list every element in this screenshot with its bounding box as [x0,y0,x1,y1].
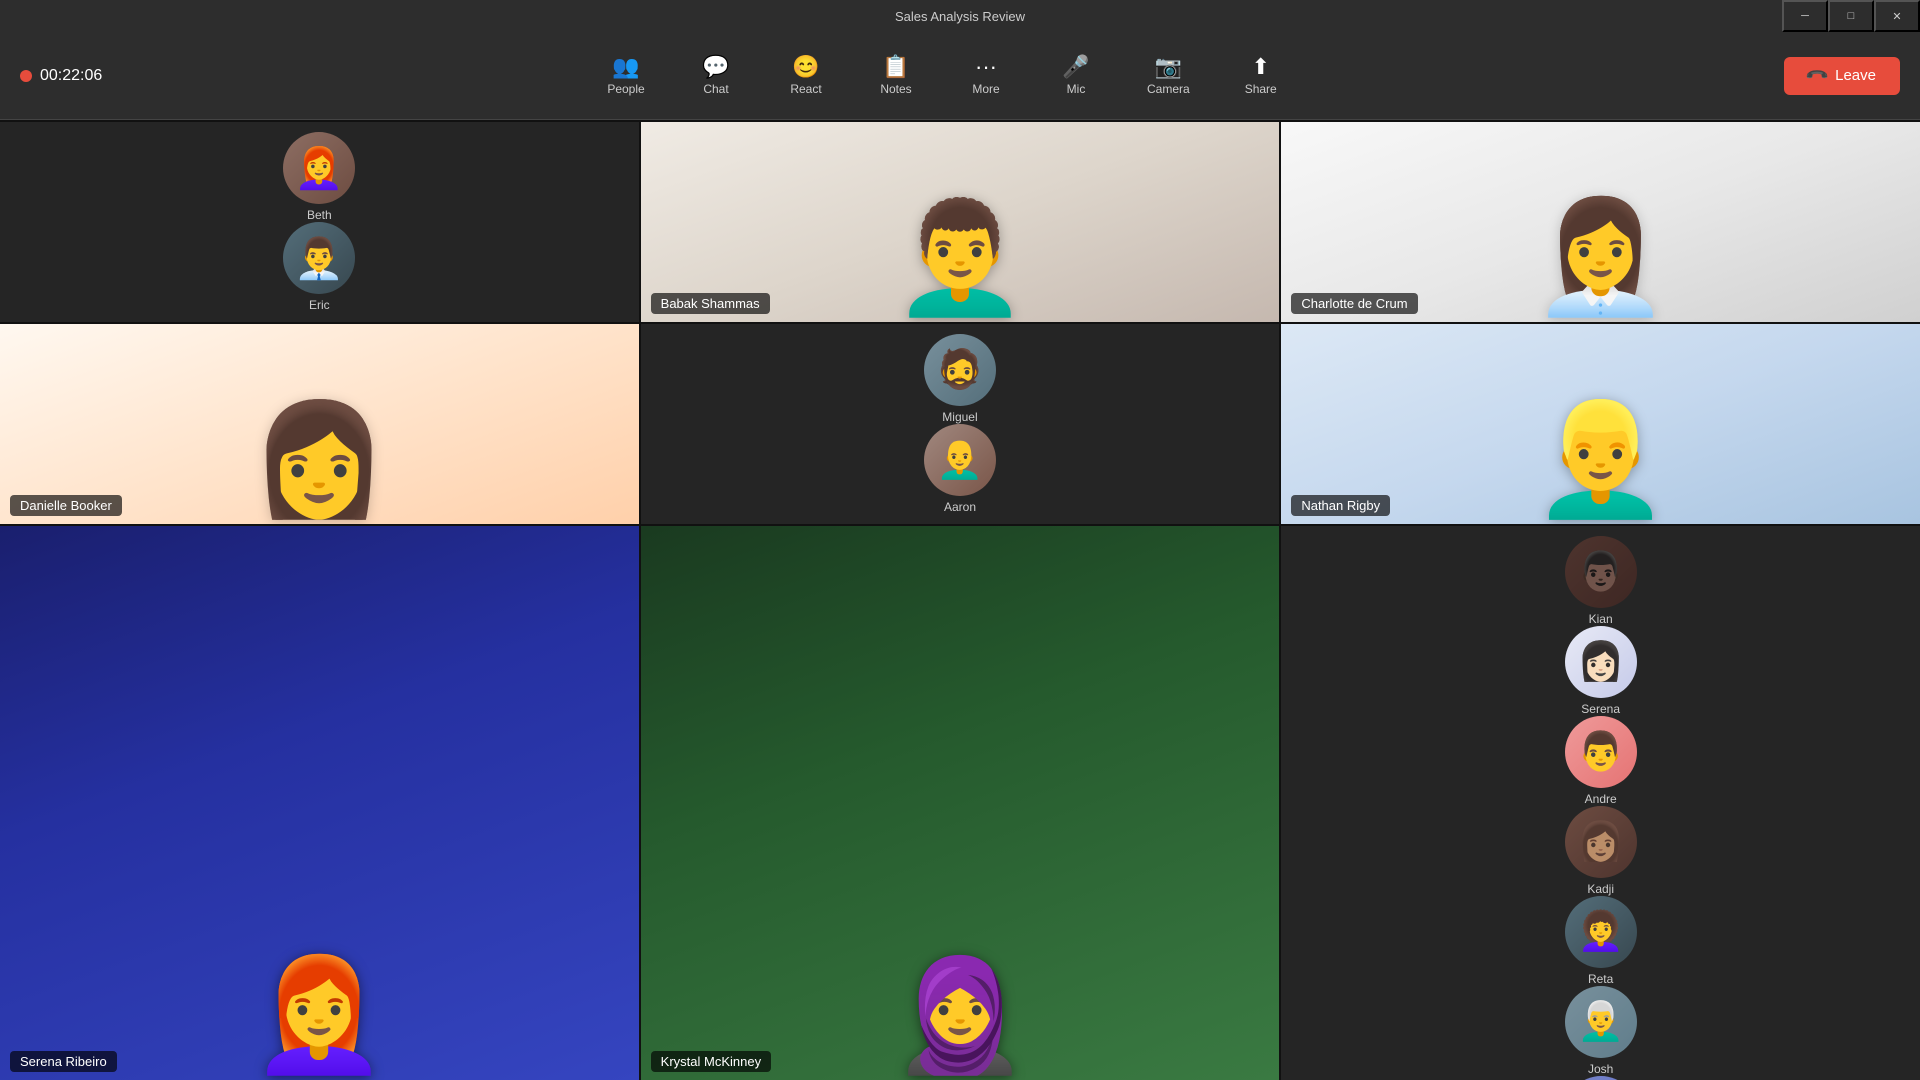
sidebar-participant-aaron[interactable]: 👨‍🦲 Aaron [924,424,996,514]
mic-icon: 🎤 [1062,56,1089,78]
notes-label: Notes [880,82,911,96]
share-icon: ⬆ [1251,56,1269,78]
avatar-kadji: 👩🏽 [1565,806,1637,878]
leave-label: Leave [1835,67,1876,84]
sidebar-name-beth: Beth [307,208,332,222]
video-cell-serena-r[interactable]: 👩‍🦰 Serena Ribeiro [0,526,639,1080]
name-tag-serena-r: Serena Ribeiro [10,1051,117,1072]
react-icon: 😊 [792,56,819,78]
video-cell-danielle[interactable]: 👩 Danielle Booker [0,324,639,524]
video-cell-krystal[interactable]: 🧕 Krystal McKinney [641,526,1280,1080]
leave-button[interactable]: 📞 Leave [1784,57,1900,95]
more-icon: ··· [975,56,997,78]
toolbar: 👥 People 💬 Chat 😊 React 📋 Notes ··· More… [102,48,1784,104]
video-grid: 🧝‍♀️ Camila Davis 👨 Aadi Kapoor 🧑🏿 Ray T… [0,120,1920,1080]
sidebar-participant-josh[interactable]: 👨‍🦳 Josh [1565,986,1637,1076]
sidebar-participant-serena[interactable]: 👩🏻 Serena [1565,626,1637,716]
sidebar-name-kian: Kian [1589,612,1613,626]
recording-indicator: 00:22:06 [20,67,102,85]
sidebar-participant-reta[interactable]: 👩‍🦱 Reta [1565,896,1637,986]
close-button[interactable]: ✕ [1874,0,1920,32]
sidebar-name-andre: Andre [1585,792,1617,806]
name-tag-babak: Babak Shammas [651,293,770,314]
avatar-miguel: 🧔 [924,334,996,406]
video-cell-nathan[interactable]: 👱‍♂️ Nathan Rigby [1281,324,1920,524]
window-title: Sales Analysis Review [895,9,1025,24]
mic-label: Mic [1067,82,1086,96]
avatar-aaron: 👨‍🦲 [924,424,996,496]
recording-dot [20,70,32,82]
camera-icon: 📷 [1155,56,1182,78]
avatar-hillary: 👩‍🎤 [1565,1076,1637,1080]
sidebar-participant-miguel[interactable]: 🧔 Miguel [924,334,996,424]
avatar-reta: 👩‍🦱 [1565,896,1637,968]
sidebar-name-miguel: Miguel [942,410,977,424]
sidebar-top: 👩‍🦰 Beth 👨‍💼 Eric [0,122,639,322]
leave-phone-icon: 📞 [1805,63,1831,89]
main-content: 🧝‍♀️ Camila Davis 👨 Aadi Kapoor 🧑🏿 Ray T… [0,120,1920,1080]
avatar-andre: 👨 [1565,716,1637,788]
sidebar-name-reta: Reta [1588,972,1613,986]
notes-icon: 📋 [882,56,909,78]
sidebar-name-serena: Serena [1581,702,1620,716]
chat-label: Chat [703,82,728,96]
sidebar-participant-kadji[interactable]: 👩🏽 Kadji [1565,806,1637,896]
sidebar-name-eric: Eric [309,298,330,312]
camera-button[interactable]: 📷 Camera [1131,48,1206,104]
people-button[interactable]: 👥 People [591,48,661,104]
share-label: Share [1245,82,1277,96]
avatar-serena: 👩🏻 [1565,626,1637,698]
minimize-button[interactable]: ─ [1782,0,1828,32]
sidebar-mid1: 🧔 Miguel 👨‍🦲 Aaron [641,324,1280,524]
maximize-button[interactable]: □ [1828,0,1874,32]
chat-button[interactable]: 💬 Chat [681,48,751,104]
sidebar-participant-hillary[interactable]: 👩‍🎤 Hillary [1565,1076,1637,1080]
sidebar-name-kadji: Kadji [1587,882,1614,896]
name-tag-krystal: Krystal McKinney [651,1051,771,1072]
video-cell-babak[interactable]: 👨‍🦱 Babak Shammas [641,122,1280,322]
avatar-kian: 👨🏿 [1565,536,1637,608]
notes-button[interactable]: 📋 Notes [861,48,931,104]
name-tag-charlotte: Charlotte de Crum [1291,293,1417,314]
sidebar-bottom-area: 👨🏿 Kian 👩🏻 Serena 👨 Andre 👩🏽 [1281,526,1920,1080]
sidebar-participant-andre[interactable]: 👨 Andre [1565,716,1637,806]
sidebar-name-aaron: Aaron [944,500,976,514]
sidebar-name-josh: Josh [1588,1062,1613,1076]
more-label: More [972,82,999,96]
sidebar-participant-eric[interactable]: 👨‍💼 Eric [283,222,355,312]
avatar-josh: 👨‍🦳 [1565,986,1637,1058]
title-bar: Sales Analysis Review ─ □ ✕ [0,0,1920,32]
name-tag-danielle: Danielle Booker [10,495,122,516]
avatar-eric: 👨‍💼 [283,222,355,294]
people-icon: 👥 [612,56,639,78]
avatar-beth: 👩‍🦰 [283,132,355,204]
recording-time: 00:22:06 [40,67,102,85]
window-controls: ─ □ ✕ [1782,0,1920,32]
react-button[interactable]: 😊 React [771,48,841,104]
camera-label: Camera [1147,82,1190,96]
chat-icon: 💬 [702,56,729,78]
name-tag-nathan: Nathan Rigby [1291,495,1390,516]
video-cell-charlotte[interactable]: 👩‍💼 Charlotte de Crum [1281,122,1920,322]
mic-button[interactable]: 🎤 Mic [1041,48,1111,104]
sidebar-participant-beth[interactable]: 👩‍🦰 Beth [283,132,355,222]
sidebar-participant-kian[interactable]: 👨🏿 Kian [1565,536,1637,626]
share-button[interactable]: ⬆ Share [1226,48,1296,104]
react-label: React [790,82,821,96]
people-label: People [607,82,644,96]
top-bar: 00:22:06 👥 People 💬 Chat 😊 React 📋 Notes… [0,32,1920,120]
more-button[interactable]: ··· More [951,48,1021,104]
